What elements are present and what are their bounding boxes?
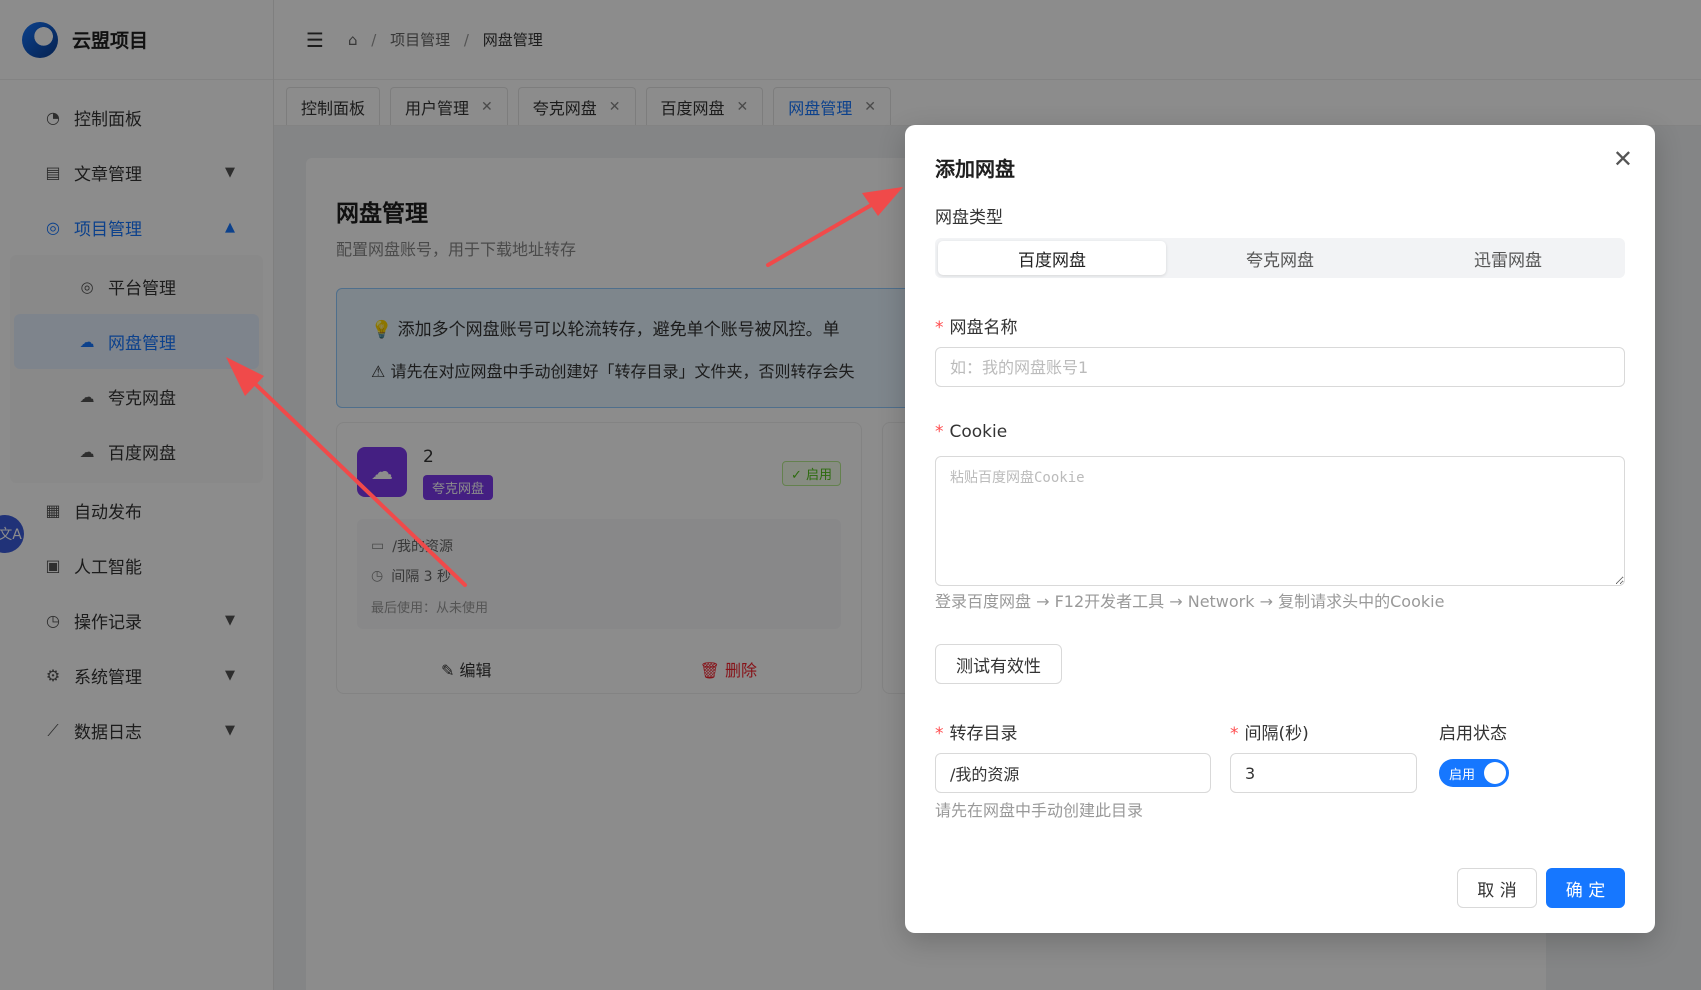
cookie-hint: 登录百度网盘 → F12开发者工具 → Network → 复制请求头中的Coo…: [935, 592, 1445, 611]
type-label: 网盘类型: [935, 208, 1003, 228]
interval-field-label: * 间隔(秒): [1230, 719, 1309, 744]
netdisk-type-segmented: 百度网盘 夸克网盘 迅雷网盘: [935, 238, 1625, 278]
confirm-button[interactable]: 确 定: [1546, 868, 1625, 908]
required-mark: *: [1230, 724, 1239, 744]
dialog-title: 添加网盘: [935, 157, 1015, 181]
enable-switch[interactable]: 启用: [1439, 759, 1509, 787]
switch-label: 启用: [1449, 767, 1476, 783]
required-mark: *: [935, 422, 944, 442]
test-validity-button[interactable]: 测试有效性: [935, 644, 1062, 684]
close-icon[interactable]: ✕: [1613, 147, 1633, 171]
interval-label-text: 间隔(秒): [1244, 724, 1309, 744]
switch-knob: [1484, 762, 1506, 784]
type-option-quark[interactable]: 夸克网盘: [1166, 241, 1394, 275]
type-option-baidu[interactable]: 百度网盘: [938, 241, 1166, 275]
add-netdisk-dialog: 添加网盘 ✕ 网盘类型 百度网盘 夸克网盘 迅雷网盘 *网盘名称 *Cookie…: [905, 125, 1655, 933]
dir-hint: 请先在网盘中手动创建此目录: [935, 801, 1144, 820]
cookie-label-text: Cookie: [949, 422, 1008, 442]
required-mark: *: [935, 318, 944, 338]
dir-label-text: 转存目录: [949, 724, 1018, 744]
name-field-label: * 网盘名称: [935, 313, 1018, 338]
cookie-field-label: * Cookie: [935, 422, 1007, 442]
transfer-dir-input[interactable]: [935, 753, 1211, 793]
interval-input[interactable]: [1230, 753, 1417, 793]
status-field-label: 启用状态: [1439, 724, 1507, 744]
type-option-xunlei[interactable]: 迅雷网盘: [1394, 241, 1622, 275]
dir-field-label: * 转存目录: [935, 719, 1018, 744]
name-label-text: 网盘名称: [949, 318, 1018, 338]
netdisk-name-input[interactable]: [935, 347, 1625, 387]
required-mark: *: [935, 724, 944, 744]
cancel-button[interactable]: 取 消: [1457, 868, 1537, 908]
cookie-textarea[interactable]: [935, 456, 1625, 586]
